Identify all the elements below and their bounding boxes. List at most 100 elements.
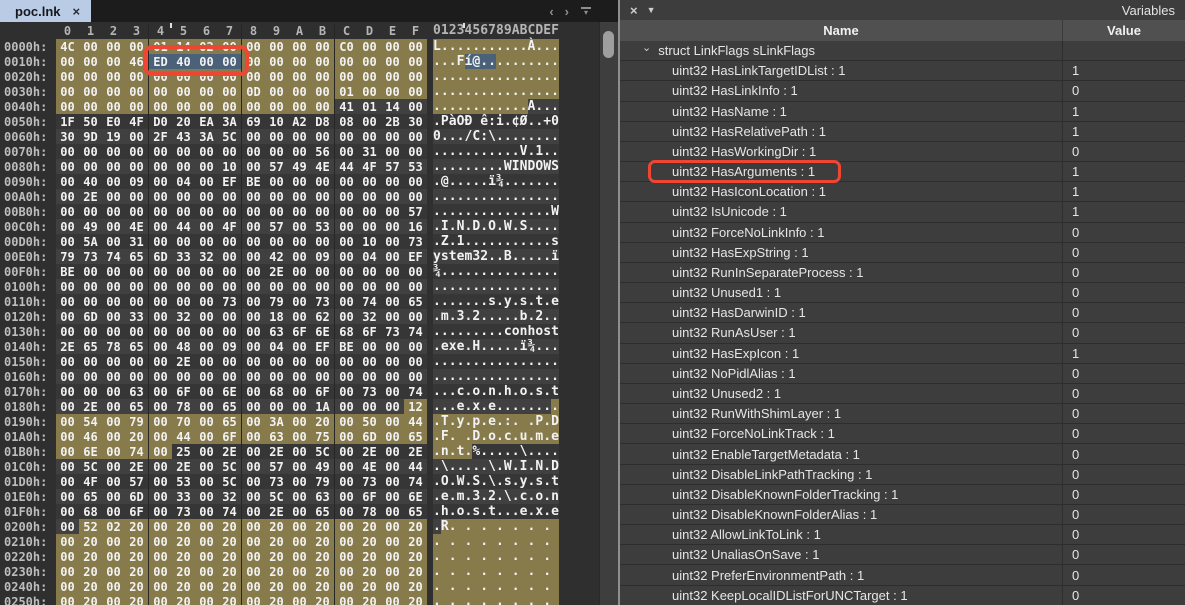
hex-byte[interactable]: 00 xyxy=(125,144,148,159)
hex-byte[interactable]: 63 xyxy=(265,324,288,339)
hex-byte[interactable]: 00 xyxy=(149,384,172,399)
ascii-char[interactable]: . xyxy=(465,294,473,309)
hex-byte[interactable]: 00 xyxy=(56,414,79,429)
ascii-char[interactable]: . xyxy=(465,189,473,204)
ascii-char[interactable]: . xyxy=(472,99,480,114)
ascii-char[interactable]: % xyxy=(472,444,480,459)
ascii-char[interactable]: . xyxy=(433,99,441,114)
ascii-char[interactable]: . xyxy=(528,414,536,429)
hex-byte[interactable]: 00 xyxy=(404,69,427,84)
ascii-char[interactable]: s xyxy=(504,474,512,489)
hex-byte[interactable]: 00 xyxy=(311,204,334,219)
ascii-char[interactable]: . xyxy=(449,84,457,99)
ascii-char[interactable]: . xyxy=(441,84,449,99)
hex-byte[interactable]: 00 xyxy=(56,399,79,414)
variable-row[interactable]: uint32 HasWorkingDir : 10 xyxy=(620,142,1185,162)
ascii-char[interactable]: @ xyxy=(441,174,449,189)
hex-byte[interactable]: 53 xyxy=(311,219,334,234)
hex-byte[interactable]: 00 xyxy=(195,324,218,339)
ascii-char[interactable]: . xyxy=(528,354,536,369)
hex-byte[interactable]: 00 xyxy=(288,549,311,564)
ascii-char[interactable]: . xyxy=(551,339,559,354)
hex-byte[interactable]: 4E xyxy=(358,459,381,474)
ascii-char[interactable]: . xyxy=(433,549,441,564)
hex-byte[interactable]: 6F xyxy=(125,504,148,519)
hex-byte[interactable]: 00 xyxy=(195,414,218,429)
ascii-char[interactable]: . xyxy=(551,444,559,459)
hex-byte[interactable]: 00 xyxy=(265,84,288,99)
hex-byte[interactable]: 00 xyxy=(218,249,241,264)
ascii-char[interactable]: W xyxy=(457,474,465,489)
hex-byte[interactable]: 00 xyxy=(102,414,125,429)
hex-byte[interactable]: 00 xyxy=(149,324,172,339)
hex-byte[interactable]: 00 xyxy=(102,189,125,204)
hex-byte[interactable]: 00 xyxy=(265,39,288,54)
ascii-char[interactable]: . xyxy=(480,459,488,474)
ascii-char[interactable] xyxy=(472,114,480,129)
hex-byte[interactable]: 00 xyxy=(195,144,218,159)
hex-byte[interactable]: 00 xyxy=(56,309,79,324)
ascii-char[interactable]: . xyxy=(449,54,457,69)
ascii-char[interactable]: . xyxy=(520,189,528,204)
ascii-char[interactable]: . xyxy=(465,99,473,114)
hex-byte[interactable]: 20 xyxy=(265,579,288,594)
ascii-char[interactable]: . xyxy=(472,204,480,219)
ascii-char[interactable]: . xyxy=(543,309,551,324)
hex-byte[interactable]: 00 xyxy=(242,279,265,294)
variable-row[interactable]: uint32 EnableTargetMetadata : 10 xyxy=(620,444,1185,464)
ascii-char[interactable] xyxy=(535,549,543,564)
hex-byte[interactable]: 6E xyxy=(404,489,427,504)
hex-byte[interactable]: 00 xyxy=(195,384,218,399)
hex-byte[interactable]: 63 xyxy=(265,429,288,444)
ascii-char[interactable]: . xyxy=(543,504,551,519)
ascii-char[interactable]: . xyxy=(488,234,496,249)
ascii-char[interactable]: . xyxy=(512,234,520,249)
hex-byte[interactable]: 20 xyxy=(218,519,241,534)
ascii-char[interactable]: . xyxy=(433,414,441,429)
hex-byte[interactable]: 20 xyxy=(311,519,334,534)
hex-byte[interactable]: 57 xyxy=(381,159,404,174)
ascii-char[interactable]: . xyxy=(465,264,473,279)
hex-byte[interactable]: 00 xyxy=(79,69,102,84)
ascii-char[interactable]: . xyxy=(543,564,551,579)
ascii-char[interactable]: . xyxy=(528,279,536,294)
hex-byte[interactable]: 00 xyxy=(381,219,404,234)
hex-byte[interactable]: 20 xyxy=(172,549,195,564)
hex-byte[interactable]: 63 xyxy=(311,489,334,504)
hex-byte[interactable]: 1F xyxy=(56,114,79,129)
ascii-char[interactable]: D xyxy=(472,219,480,234)
hex-byte[interactable]: 00 xyxy=(56,354,79,369)
ascii-char[interactable]: . xyxy=(496,144,504,159)
hex-byte[interactable]: 00 xyxy=(404,189,427,204)
ascii-char[interactable]: . xyxy=(535,84,543,99)
variable-row[interactable]: uint32 HasLinkInfo : 10 xyxy=(620,81,1185,101)
hex-byte[interactable]: 6D xyxy=(79,309,102,324)
hex-byte[interactable]: 00 xyxy=(288,384,311,399)
ascii-char[interactable]: \ xyxy=(488,459,496,474)
ascii-char[interactable]: . xyxy=(433,279,441,294)
hex-byte[interactable]: 20 xyxy=(311,549,334,564)
ascii-char[interactable]: P xyxy=(441,114,449,129)
ascii-char[interactable]: . xyxy=(488,189,496,204)
ascii-char[interactable]: c xyxy=(504,429,512,444)
ascii-char[interactable]: c xyxy=(520,489,528,504)
ascii-char[interactable] xyxy=(457,519,465,534)
hex-byte[interactable]: 00 xyxy=(404,354,427,369)
ascii-char[interactable]: . xyxy=(535,399,543,414)
hex-byte[interactable]: D0 xyxy=(149,114,172,129)
hex-byte[interactable]: 73 xyxy=(311,294,334,309)
ascii-char[interactable]: . xyxy=(449,264,457,279)
hex-byte[interactable]: 00 xyxy=(404,369,427,384)
hex-byte[interactable]: 31 xyxy=(358,144,381,159)
hex-byte[interactable]: 20 xyxy=(218,594,241,605)
ascii-char[interactable]: . xyxy=(512,459,520,474)
hex-byte[interactable]: 10 xyxy=(358,234,381,249)
hex-byte[interactable]: 00 xyxy=(56,294,79,309)
hex-byte[interactable]: 18 xyxy=(265,309,288,324)
ascii-char[interactable]: . xyxy=(480,429,488,444)
hex-byte[interactable]: 01 xyxy=(335,84,358,99)
ascii-char[interactable]: . xyxy=(551,84,559,99)
ascii-char[interactable]: . xyxy=(480,339,488,354)
hex-byte[interactable]: 00 xyxy=(335,459,358,474)
ascii-char[interactable]: . xyxy=(480,489,488,504)
